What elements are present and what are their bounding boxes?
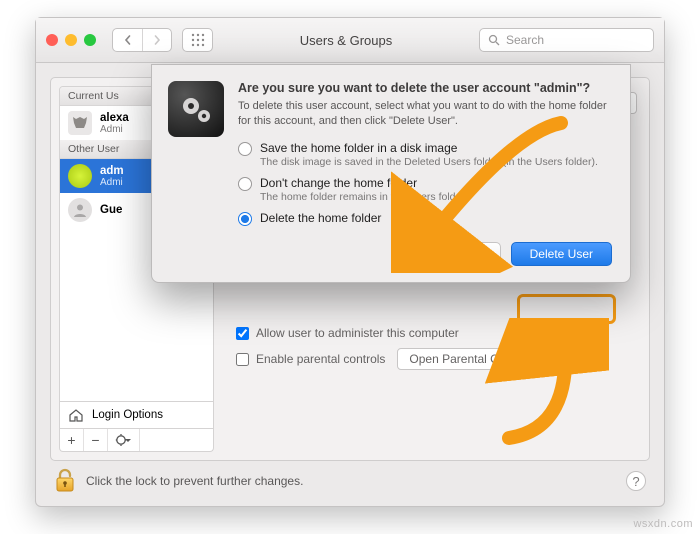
lock-text: Click the lock to prevent further change… [86, 474, 303, 488]
dialog-body: Are you sure you want to delete the user… [238, 81, 612, 266]
prefs-window: Users & Groups Search Current Us alexa [35, 17, 665, 507]
avatar-tennis-icon [68, 164, 92, 188]
minimize-window-button[interactable] [65, 34, 77, 46]
radio-dont-change[interactable]: Don't change the home folder The home fo… [238, 176, 612, 203]
search-field[interactable]: Search [479, 28, 654, 52]
dialog-description: To delete this user account, select what… [238, 99, 612, 129]
allow-admin-input[interactable] [236, 327, 249, 340]
search-placeholder: Search [506, 33, 544, 47]
enable-parental-label: Enable parental controls [256, 352, 385, 366]
login-options[interactable]: Login Options [59, 402, 214, 429]
user-role: Admi [100, 124, 129, 135]
radio-save-disk-image[interactable]: Save the home folder in a disk image The… [238, 141, 612, 168]
radio-icon [238, 212, 252, 226]
login-options-label: Login Options [92, 409, 163, 421]
forward-button[interactable] [142, 29, 171, 51]
nav-back-forward [112, 28, 172, 52]
dialog-buttons: Cancel Delete User [238, 242, 612, 266]
zoom-window-button[interactable] [84, 34, 96, 46]
user-name: adm [100, 165, 124, 177]
action-menu-button[interactable] [108, 429, 140, 451]
lock-row: Click the lock to prevent further change… [50, 461, 650, 496]
close-window-button[interactable] [46, 34, 58, 46]
add-user-button[interactable]: + [60, 429, 84, 451]
cancel-button[interactable]: Cancel [425, 242, 500, 266]
gears-icon [176, 89, 216, 129]
user-name: Gue [100, 204, 122, 216]
titlebar: Users & Groups Search [36, 18, 664, 63]
open-parental-controls-button[interactable]: Open Parental Controls... [397, 348, 556, 370]
dialog-icon [168, 81, 224, 137]
radio-icon [238, 177, 252, 191]
delete-user-dialog: Are you sure you want to delete the user… [151, 64, 631, 283]
search-icon [488, 34, 500, 46]
allow-admin-label: Allow user to administer this computer [256, 326, 459, 340]
enable-parental-checkbox[interactable]: Enable parental controls [236, 352, 385, 366]
help-button[interactable]: ? [626, 471, 646, 491]
radio-delete-home-folder[interactable]: Delete the home folder [238, 211, 612, 226]
window-title: Users & Groups [223, 33, 469, 48]
user-name: alexa [100, 112, 129, 124]
user-list-actions: + − [59, 429, 214, 452]
radio-label: Don't change the home folder [260, 176, 467, 190]
watermark: wsxdn.com [633, 518, 693, 530]
avatar-wolf-icon [68, 111, 92, 135]
radio-icon [238, 142, 252, 156]
avatar-guest-icon [68, 198, 92, 222]
radio-desc: The disk image is saved in the Deleted U… [260, 156, 598, 168]
radio-desc: The home folder remains in the Users fol… [260, 191, 467, 203]
delete-user-button[interactable]: Delete User [511, 242, 612, 266]
remove-user-button[interactable]: − [84, 429, 108, 451]
show-all-button[interactable] [182, 28, 213, 52]
allow-admin-checkbox[interactable]: Allow user to administer this computer [236, 326, 641, 340]
back-button[interactable] [113, 29, 142, 51]
radio-label: Save the home folder in a disk image [260, 141, 598, 155]
house-icon [68, 407, 84, 423]
user-role: Admi [100, 177, 124, 188]
lock-icon[interactable] [54, 468, 76, 494]
window-controls [46, 34, 96, 46]
dialog-heading: Are you sure you want to delete the user… [238, 81, 612, 95]
radio-label: Delete the home folder [260, 211, 381, 225]
enable-parental-input[interactable] [236, 353, 249, 366]
